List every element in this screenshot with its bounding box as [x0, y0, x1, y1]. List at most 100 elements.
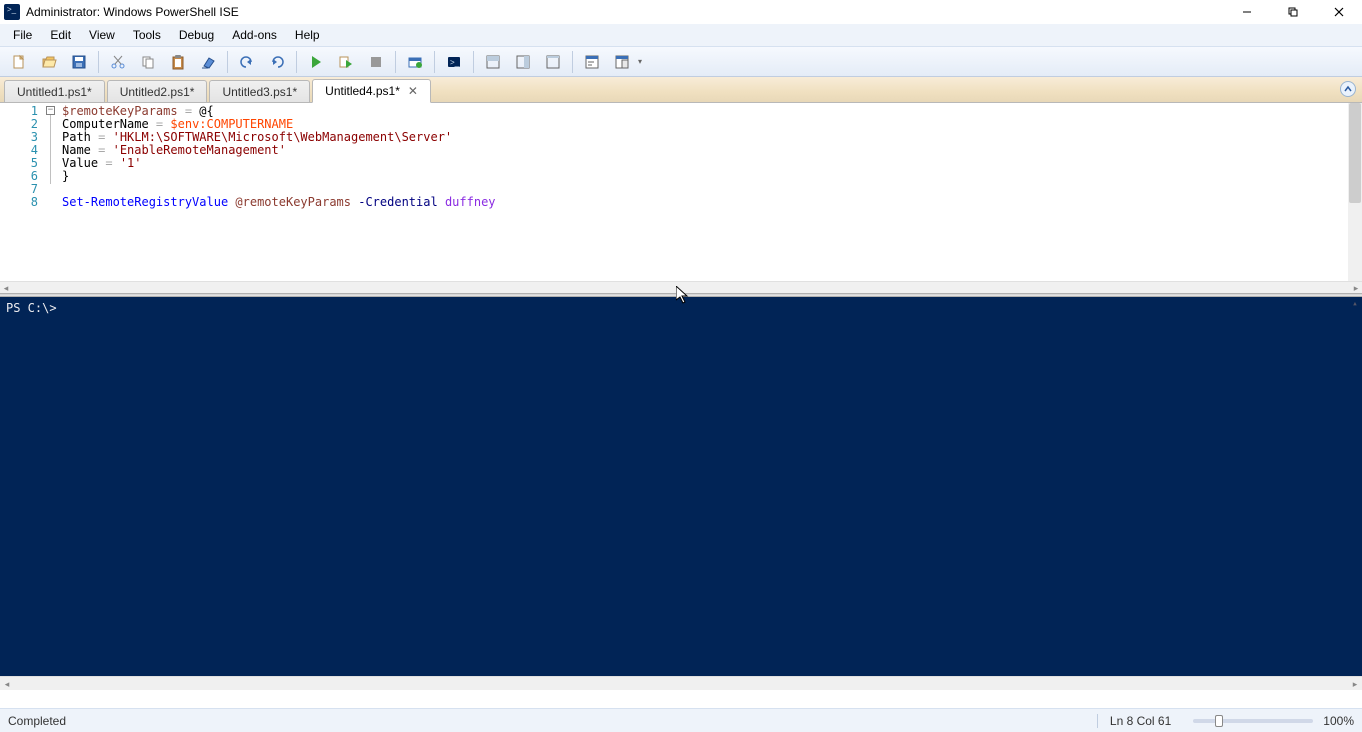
toolbar-separator: [227, 51, 228, 73]
undo-button[interactable]: [235, 50, 259, 74]
code-token: =: [91, 130, 113, 144]
menu-file[interactable]: File: [4, 25, 41, 45]
redo-button[interactable]: [265, 50, 289, 74]
code-token: Set-RemoteRegistryValue: [62, 195, 228, 209]
tab-close-icon[interactable]: ✕: [408, 86, 418, 96]
stop-icon: [368, 54, 384, 70]
title-bar: Administrator: Windows PowerShell ISE: [0, 0, 1362, 24]
tab-untitled2[interactable]: Untitled2.ps1*: [107, 80, 208, 102]
tab-label: Untitled1.ps1*: [17, 85, 92, 99]
scroll-up-icon[interactable]: ▴: [1348, 297, 1362, 311]
status-bar: Completed Ln 8 Col 61 100%: [0, 708, 1362, 732]
toolbar-separator: [395, 51, 396, 73]
cut-button[interactable]: [106, 50, 130, 74]
menu-addons[interactable]: Add-ons: [223, 25, 286, 45]
menu-edit[interactable]: Edit: [41, 25, 80, 45]
zoom-slider[interactable]: [1193, 719, 1313, 723]
clear-button[interactable]: [196, 50, 220, 74]
svg-text:>_: >_: [450, 58, 460, 67]
code-token: $env:COMPUTERNAME: [170, 117, 293, 131]
save-button[interactable]: [67, 50, 91, 74]
scroll-left-icon[interactable]: ◂: [0, 282, 12, 294]
eraser-icon: [200, 54, 216, 70]
play-icon: [308, 54, 324, 70]
remote-tab-icon: [407, 54, 423, 70]
redo-icon: [269, 54, 285, 70]
run-selection-button[interactable]: [334, 50, 358, 74]
show-script-max-button[interactable]: [541, 50, 565, 74]
code-token: Value: [62, 156, 98, 170]
menu-bar: File Edit View Tools Debug Add-ons Help: [0, 24, 1362, 46]
code-token: duffney: [445, 195, 496, 209]
toolbar-separator: [296, 51, 297, 73]
tab-untitled4[interactable]: Untitled4.ps1*✕: [312, 79, 431, 103]
menu-help[interactable]: Help: [286, 25, 329, 45]
toolbar: >_ ▾: [0, 46, 1362, 77]
show-command-button[interactable]: [580, 50, 604, 74]
script-editor[interactable]: 1 2 3 4 5 6 7 8 − $remoteKeyParams = @{ …: [0, 103, 1362, 281]
chevron-up-icon: [1343, 84, 1353, 94]
menu-debug[interactable]: Debug: [170, 25, 223, 45]
layout-max-icon: [545, 54, 561, 70]
collapse-script-pane-button[interactable]: [1340, 81, 1356, 97]
copy-button[interactable]: [136, 50, 160, 74]
line-number: 8: [0, 196, 38, 209]
toolbar-overflow[interactable]: ▾: [635, 50, 645, 74]
close-button[interactable]: [1316, 0, 1362, 24]
code-token: 'EnableRemoteManagement': [113, 143, 286, 157]
powershell-icon: >_: [446, 54, 462, 70]
show-script-top-button[interactable]: [481, 50, 505, 74]
window-title: Administrator: Windows PowerShell ISE: [26, 5, 239, 19]
layout-top-icon: [485, 54, 501, 70]
show-command-addon-button[interactable]: [610, 50, 634, 74]
editor-vertical-scrollbar[interactable]: [1348, 103, 1362, 281]
scrollbar-thumb[interactable]: [1349, 103, 1361, 203]
editor-horizontal-scrollbar[interactable]: ◂ ▸: [0, 281, 1362, 293]
minimize-icon: [1242, 7, 1252, 17]
code-token: }: [62, 169, 69, 183]
code-token: -Credential: [358, 195, 437, 209]
spacer: [0, 690, 1362, 708]
menu-view[interactable]: View: [80, 25, 124, 45]
console-vertical-scrollbar[interactable]: ▴: [1348, 297, 1362, 676]
copy-icon: [140, 54, 156, 70]
play-selection-icon: [338, 54, 354, 70]
show-script-right-button[interactable]: [511, 50, 535, 74]
maximize-button[interactable]: [1270, 0, 1316, 24]
scroll-left-icon[interactable]: ◂: [0, 677, 14, 691]
new-remote-button[interactable]: [403, 50, 427, 74]
run-button[interactable]: [304, 50, 328, 74]
command-addon-icon: [614, 54, 630, 70]
stop-button[interactable]: [364, 50, 388, 74]
console-pane[interactable]: PS C:\> ▴: [0, 297, 1362, 676]
tab-untitled3[interactable]: Untitled3.ps1*: [209, 80, 310, 102]
code-token: '1': [120, 156, 142, 170]
save-icon: [71, 54, 87, 70]
open-folder-icon: [41, 54, 57, 70]
console-horizontal-scrollbar[interactable]: ◂ ▸: [0, 676, 1362, 690]
code-token: =: [98, 156, 120, 170]
minimize-button[interactable]: [1224, 0, 1270, 24]
fold-toggle-icon[interactable]: −: [46, 106, 55, 115]
zoom-level: 100%: [1323, 714, 1354, 728]
clipboard-icon: [170, 54, 186, 70]
code-token: 'HKLM:\SOFTWARE\Microsoft\WebManagement\…: [113, 130, 453, 144]
code-token: Path: [62, 130, 91, 144]
code-token: =: [91, 143, 113, 157]
fold-guide: [50, 115, 51, 184]
command-window-icon: [584, 54, 600, 70]
scroll-right-icon[interactable]: ▸: [1350, 282, 1362, 294]
menu-tools[interactable]: Tools: [124, 25, 170, 45]
toolbar-separator: [572, 51, 573, 73]
script-tabstrip: Untitled1.ps1* Untitled2.ps1* Untitled3.…: [0, 77, 1362, 103]
powershell-tab-button[interactable]: >_: [442, 50, 466, 74]
slider-thumb[interactable]: [1215, 715, 1223, 727]
open-button[interactable]: [37, 50, 61, 74]
code-content[interactable]: $remoteKeyParams = @{ ComputerName = $en…: [44, 103, 496, 281]
scroll-right-icon[interactable]: ▸: [1348, 677, 1362, 691]
cursor-position: Ln 8 Col 61: [1097, 714, 1183, 728]
paste-button[interactable]: [166, 50, 190, 74]
tab-untitled1[interactable]: Untitled1.ps1*: [4, 80, 105, 102]
app-icon: [4, 4, 20, 20]
new-button[interactable]: [7, 50, 31, 74]
